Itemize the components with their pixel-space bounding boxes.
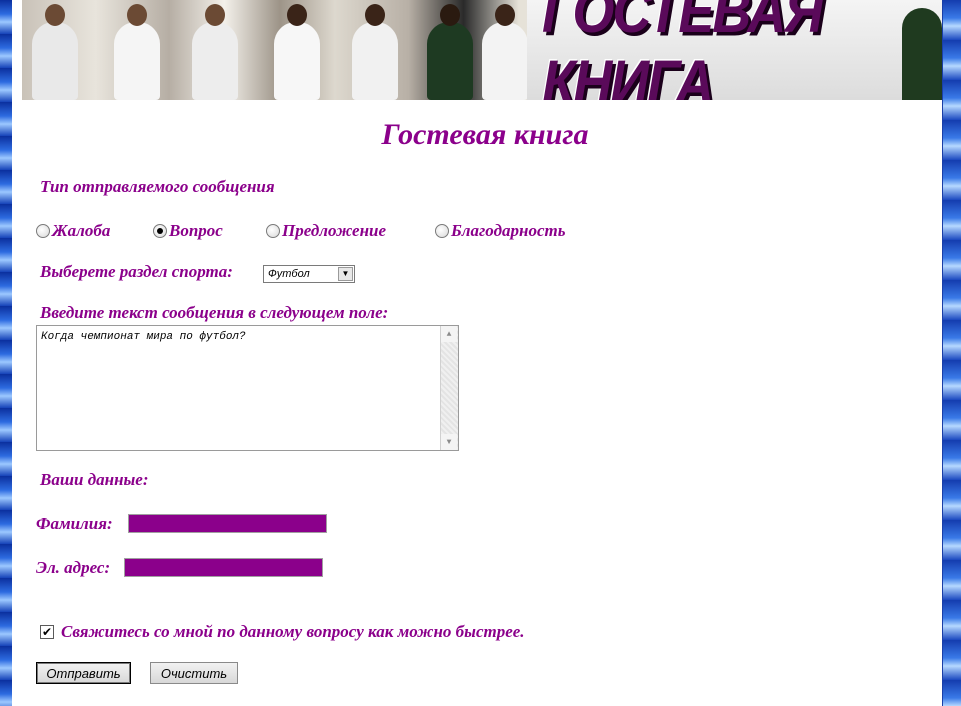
message-text-label: Введите текст сообщения в следующем поле…: [40, 303, 389, 322]
radio-suggestion[interactable]: Предложение: [266, 221, 386, 241]
radio-circle-selected-icon: [153, 224, 167, 238]
background-right: [943, 0, 961, 706]
radio-label: Благодарность: [451, 221, 566, 240]
scroll-up-icon[interactable]: ▲: [441, 326, 457, 342]
user-data-label: Ваши данные:: [40, 470, 149, 489]
message-type-label: Тип отправляемого сообщения: [40, 177, 275, 196]
message-textarea[interactable]: Когда чемпионат мира по футбол? ▲ ▼: [36, 325, 459, 451]
surname-field[interactable]: [128, 514, 327, 533]
checkmark-icon: ✔: [41, 625, 53, 639]
banner-photo: [22, 0, 532, 100]
player-figure: [352, 4, 398, 100]
radio-gratitude[interactable]: Благодарность: [435, 221, 565, 241]
radio-circle-icon: [266, 224, 280, 238]
clear-button[interactable]: Очистить: [150, 662, 238, 684]
page-title: Гостевая книга: [381, 118, 589, 151]
radio-label: Жалоба: [52, 221, 111, 240]
banner: ГОСТЕВАЯ КНИГА: [22, 0, 942, 100]
player-figure: [32, 4, 78, 100]
radio-label: Предложение: [282, 221, 387, 240]
radio-complaint[interactable]: Жалоба: [36, 221, 110, 241]
message-text: Когда чемпионат мира по футбол?: [41, 331, 246, 343]
player-figure: [482, 4, 528, 100]
sport-select[interactable]: Футбол ▼: [263, 265, 355, 283]
surname-label: Фамилия:: [36, 514, 113, 533]
contact-checkbox-label: Свяжитесь со мной по данному вопросу как…: [61, 622, 525, 641]
radio-question[interactable]: Вопрос: [153, 221, 223, 241]
radio-label: Вопрос: [169, 221, 223, 240]
player-figure: [427, 4, 473, 100]
email-label: Эл. адрес:: [36, 558, 111, 577]
player-figure: [902, 8, 942, 100]
player-figure: [114, 4, 160, 100]
sport-section-label: Выберете раздел спорта:: [40, 262, 233, 281]
scroll-down-icon[interactable]: ▼: [441, 434, 457, 450]
banner-title: ГОСТЕВАЯ КНИГА: [542, 0, 824, 100]
textarea-scrollbar[interactable]: ▲ ▼: [440, 326, 458, 450]
player-figure: [274, 4, 320, 100]
sport-select-value: Футбол: [268, 268, 310, 280]
player-figure: [192, 4, 238, 100]
email-field[interactable]: [124, 558, 323, 577]
radio-circle-icon: [435, 224, 449, 238]
contact-checkbox[interactable]: ✔: [40, 625, 54, 639]
submit-button[interactable]: Отправить: [36, 662, 131, 684]
radio-circle-icon: [36, 224, 50, 238]
page: ГОСТЕВАЯ КНИГА Гостевая книга Тип отправ…: [12, 0, 942, 706]
chevron-down-icon[interactable]: ▼: [338, 267, 353, 281]
